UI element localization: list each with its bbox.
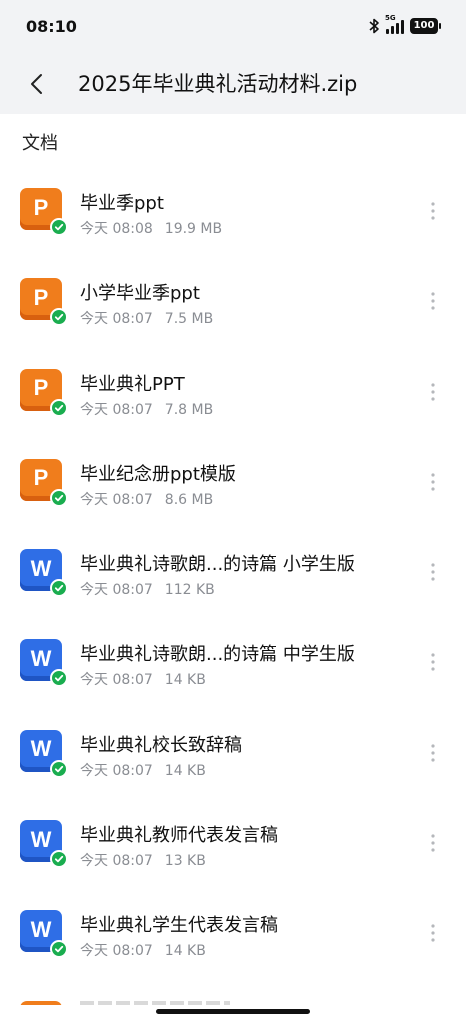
more-options-button[interactable] <box>420 828 446 858</box>
partially-visible-list-item <box>20 997 260 1005</box>
file-date: 今天 08:07 <box>80 943 153 960</box>
file-size: 14 KB <box>164 672 206 689</box>
bluetooth-icon <box>369 18 379 34</box>
section-title: 文档 <box>22 133 58 154</box>
file-size: 8.6 MB <box>164 491 214 508</box>
more-options-button[interactable] <box>420 738 446 768</box>
battery-level: 100 <box>413 20 435 31</box>
more-options-button[interactable] <box>420 557 446 587</box>
file-list-item[interactable]: W 毕业典礼诗歌朗...的诗篇 中学生版 今天 08:07 14 KB <box>0 617 466 707</box>
doc-file-icon: W <box>20 549 68 598</box>
file-meta: 今天 08:07 7.5 MB <box>80 308 213 328</box>
network-type: 5G <box>385 14 396 22</box>
file-size: 14 KB <box>164 943 206 960</box>
file-date: 今天 08:07 <box>80 762 153 779</box>
more-options-button[interactable] <box>420 196 446 226</box>
file-name: 毕业纪念册ppt模版 <box>80 463 236 485</box>
ppt-file-icon: P <box>20 458 68 507</box>
file-date: 今天 08:08 <box>80 221 153 237</box>
more-options-button[interactable] <box>420 467 446 497</box>
doc-file-icon: W <box>20 729 68 778</box>
page-title: 2025年毕业典礼活动材料.zip <box>78 72 358 96</box>
check-icon <box>50 669 68 688</box>
file-date: 今天 08:07 <box>80 491 153 508</box>
file-list: P 毕业季ppt 今天 08:08 19.9 MB P 小学毕业季ppt 今天 … <box>0 166 466 979</box>
file-size: 7.5 MB <box>164 311 214 328</box>
file-name: 小学毕业季ppt <box>80 283 200 305</box>
file-list-item[interactable]: W 毕业典礼校长致辞稿 今天 08:07 14 KB <box>0 708 466 798</box>
file-date: 今天 08:07 <box>80 853 153 870</box>
file-meta: 今天 08:07 112 KB <box>80 579 215 599</box>
file-size: 7.8 MB <box>164 401 214 418</box>
status-icons: 5G 100 <box>368 14 441 34</box>
file-size: 14 KB <box>164 762 206 779</box>
more-vertical-icon <box>431 202 435 220</box>
more-vertical-icon <box>431 744 435 762</box>
file-list-item[interactable]: P 毕业纪念册ppt模版 今天 08:07 8.6 MB <box>0 437 466 527</box>
file-size: 19.9 MB <box>164 221 223 237</box>
file-list-item[interactable]: P 毕业典礼PPT 今天 08:07 7.8 MB <box>0 347 466 437</box>
file-name: 毕业季ppt <box>80 193 164 214</box>
more-vertical-icon <box>431 834 435 852</box>
status-time: 08:10 <box>26 17 77 36</box>
file-meta: 今天 08:07 7.8 MB <box>80 399 213 419</box>
more-vertical-icon <box>431 563 435 581</box>
file-date: 今天 08:07 <box>80 401 153 418</box>
ppt-file-icon: P <box>20 368 68 417</box>
check-icon <box>50 488 68 507</box>
doc-file-icon: W <box>20 820 68 869</box>
file-name: 毕业典礼学生代表发言稿 <box>80 915 278 937</box>
file-list-item[interactable]: W 毕业典礼诗歌朗...的诗篇 小学生版 今天 08:07 112 KB <box>0 527 466 617</box>
more-options-button[interactable] <box>420 286 446 316</box>
check-icon <box>50 940 68 959</box>
file-name: 毕业典礼教师代表发言稿 <box>80 825 278 847</box>
check-icon <box>50 398 68 417</box>
check-icon <box>50 308 68 327</box>
file-list-item[interactable]: W 毕业典礼学生代表发言稿 今天 08:07 14 KB <box>0 888 466 978</box>
battery-icon: 100 <box>410 18 441 34</box>
file-meta: 今天 08:07 14 KB <box>80 760 206 780</box>
back-button[interactable] <box>18 66 54 102</box>
file-meta: 今天 08:08 19.9 MB <box>80 218 222 238</box>
status-bar: 08:10 5G 100 <box>0 0 466 56</box>
check-icon <box>50 850 68 869</box>
file-list-item[interactable]: W 毕业典礼教师代表发言稿 今天 08:07 13 KB <box>0 798 466 888</box>
file-date: 今天 08:07 <box>80 672 153 689</box>
more-options-button[interactable] <box>420 377 446 407</box>
file-size: 112 KB <box>164 582 215 599</box>
file-meta: 今天 08:07 13 KB <box>80 850 206 870</box>
more-options-button[interactable] <box>420 918 446 948</box>
file-list-item[interactable]: P 毕业季ppt 今天 08:08 19.9 MB <box>0 166 466 256</box>
cellular-signal-icon: 5G <box>385 14 404 34</box>
more-vertical-icon <box>431 382 435 401</box>
app-bar: 2025年毕业典礼活动材料.zip <box>0 56 466 114</box>
file-name: 毕业典礼诗歌朗...的诗篇 小学生版 <box>80 554 355 576</box>
home-indicator[interactable] <box>156 1009 310 1014</box>
file-list-item[interactable]: P 小学毕业季ppt 今天 08:07 7.5 MB <box>0 256 466 346</box>
file-size: 13 KB <box>164 853 206 870</box>
doc-file-icon: W <box>20 910 68 959</box>
ppt-file-icon: P <box>20 278 68 327</box>
file-meta: 今天 08:07 8.6 MB <box>80 489 213 509</box>
file-name: 毕业典礼诗歌朗...的诗篇 中学生版 <box>80 644 355 666</box>
file-date: 今天 08:07 <box>80 311 153 328</box>
file-meta: 今天 08:07 14 KB <box>80 940 206 960</box>
more-vertical-icon <box>431 653 435 672</box>
chevron-left-icon <box>31 74 42 94</box>
more-vertical-icon <box>431 292 435 310</box>
more-vertical-icon <box>431 924 435 942</box>
more-vertical-icon <box>431 473 435 491</box>
check-icon <box>50 759 68 778</box>
file-name: 毕业典礼PPT <box>80 373 185 395</box>
file-date: 今天 08:07 <box>80 582 153 599</box>
doc-file-icon: W <box>20 639 68 688</box>
file-meta: 今天 08:07 14 KB <box>80 669 206 689</box>
check-icon <box>50 218 68 236</box>
file-name: 毕业典礼校长致辞稿 <box>80 734 242 756</box>
more-options-button[interactable] <box>420 647 446 677</box>
ppt-file-icon: P <box>20 188 68 236</box>
check-icon <box>50 579 68 598</box>
